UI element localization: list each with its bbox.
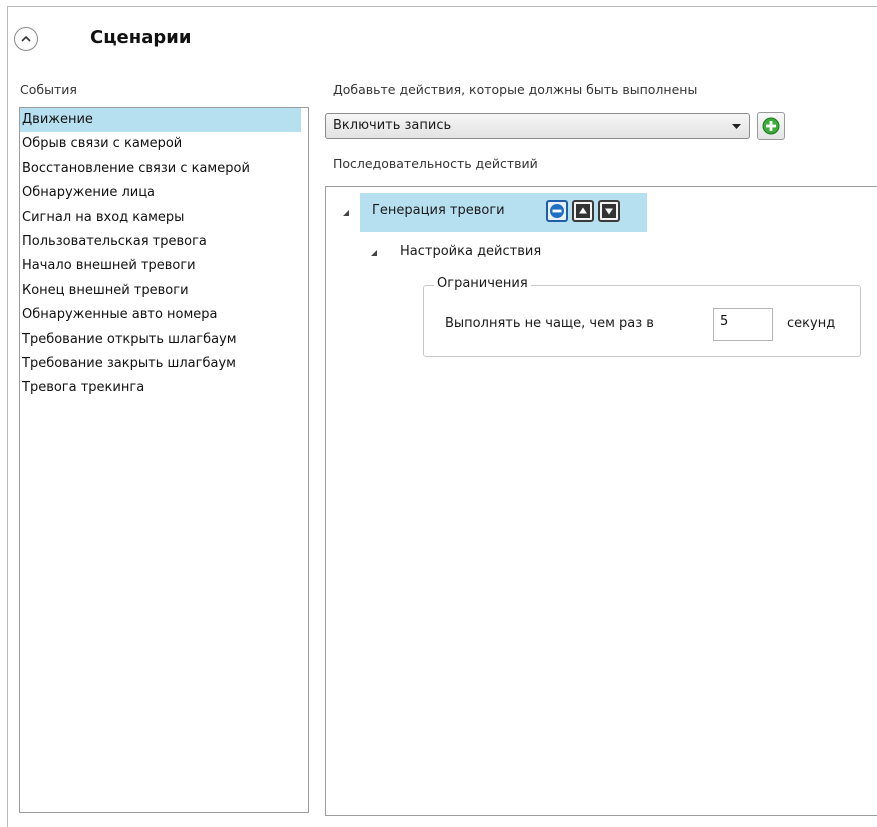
move-down-icon (602, 204, 616, 218)
move-up-button[interactable] (572, 200, 594, 222)
event-item-camera-disconnect[interactable]: Обрыв связи с камерой (20, 132, 308, 156)
limits-group-title: Ограничения (434, 276, 531, 291)
event-item-open-barrier[interactable]: Требование открыть шлагбаум (20, 328, 308, 352)
remove-node-button[interactable] (546, 200, 568, 222)
event-item-license-plates[interactable]: Обнаруженные авто номера (20, 303, 308, 327)
event-item-camera-reconnect[interactable]: Восстановление связи с камерой (20, 157, 308, 181)
event-item-camera-input[interactable]: Сигнал на вход камеры (20, 206, 308, 230)
event-item-user-alarm[interactable]: Пользовательская тревога (20, 230, 308, 254)
action-select-value: Включить запись (333, 118, 452, 133)
limit-label: Выполнять не чаще, чем раз в (445, 316, 654, 331)
event-item-tracking-alarm[interactable]: Тревога трекинга (20, 376, 308, 400)
tree-expand-icon[interactable] (370, 249, 378, 257)
action-select[interactable]: Включить запись (325, 113, 750, 139)
event-item-external-alarm-end[interactable]: Конец внешней тревоги (20, 279, 308, 303)
sequence-label: Последовательность действий (333, 156, 538, 171)
chevron-down-icon (732, 124, 741, 129)
limit-seconds-input[interactable] (713, 308, 773, 341)
events-list[interactable]: Движение Обрыв связи с камерой Восстанов… (19, 107, 309, 813)
tree-node-action-settings[interactable]: Настройка действия (400, 244, 541, 259)
actions-tree[interactable] (325, 186, 877, 816)
move-up-icon (576, 204, 590, 218)
plus-circle-icon (762, 117, 780, 135)
add-actions-label: Добавьте действия, которые должны быть в… (333, 82, 698, 97)
add-action-button[interactable] (757, 112, 785, 140)
remove-icon (550, 204, 564, 218)
event-item-external-alarm-start[interactable]: Начало внешней тревоги (20, 254, 308, 278)
event-item-face-detection[interactable]: Обнаружение лица (20, 181, 308, 205)
tree-node-alarm-generation[interactable]: Генерация тревоги (372, 203, 505, 218)
limit-unit-label: секунд (787, 316, 836, 331)
move-down-button[interactable] (598, 200, 620, 222)
collapse-button[interactable] (14, 27, 38, 51)
event-item-motion[interactable]: Движение (20, 108, 301, 133)
page-title: Сценарии (90, 27, 192, 48)
events-label: События (20, 82, 77, 97)
chevron-up-icon (21, 35, 31, 42)
tree-expand-icon[interactable] (342, 209, 350, 217)
event-item-close-barrier[interactable]: Требование закрыть шлагбаум (20, 352, 308, 376)
